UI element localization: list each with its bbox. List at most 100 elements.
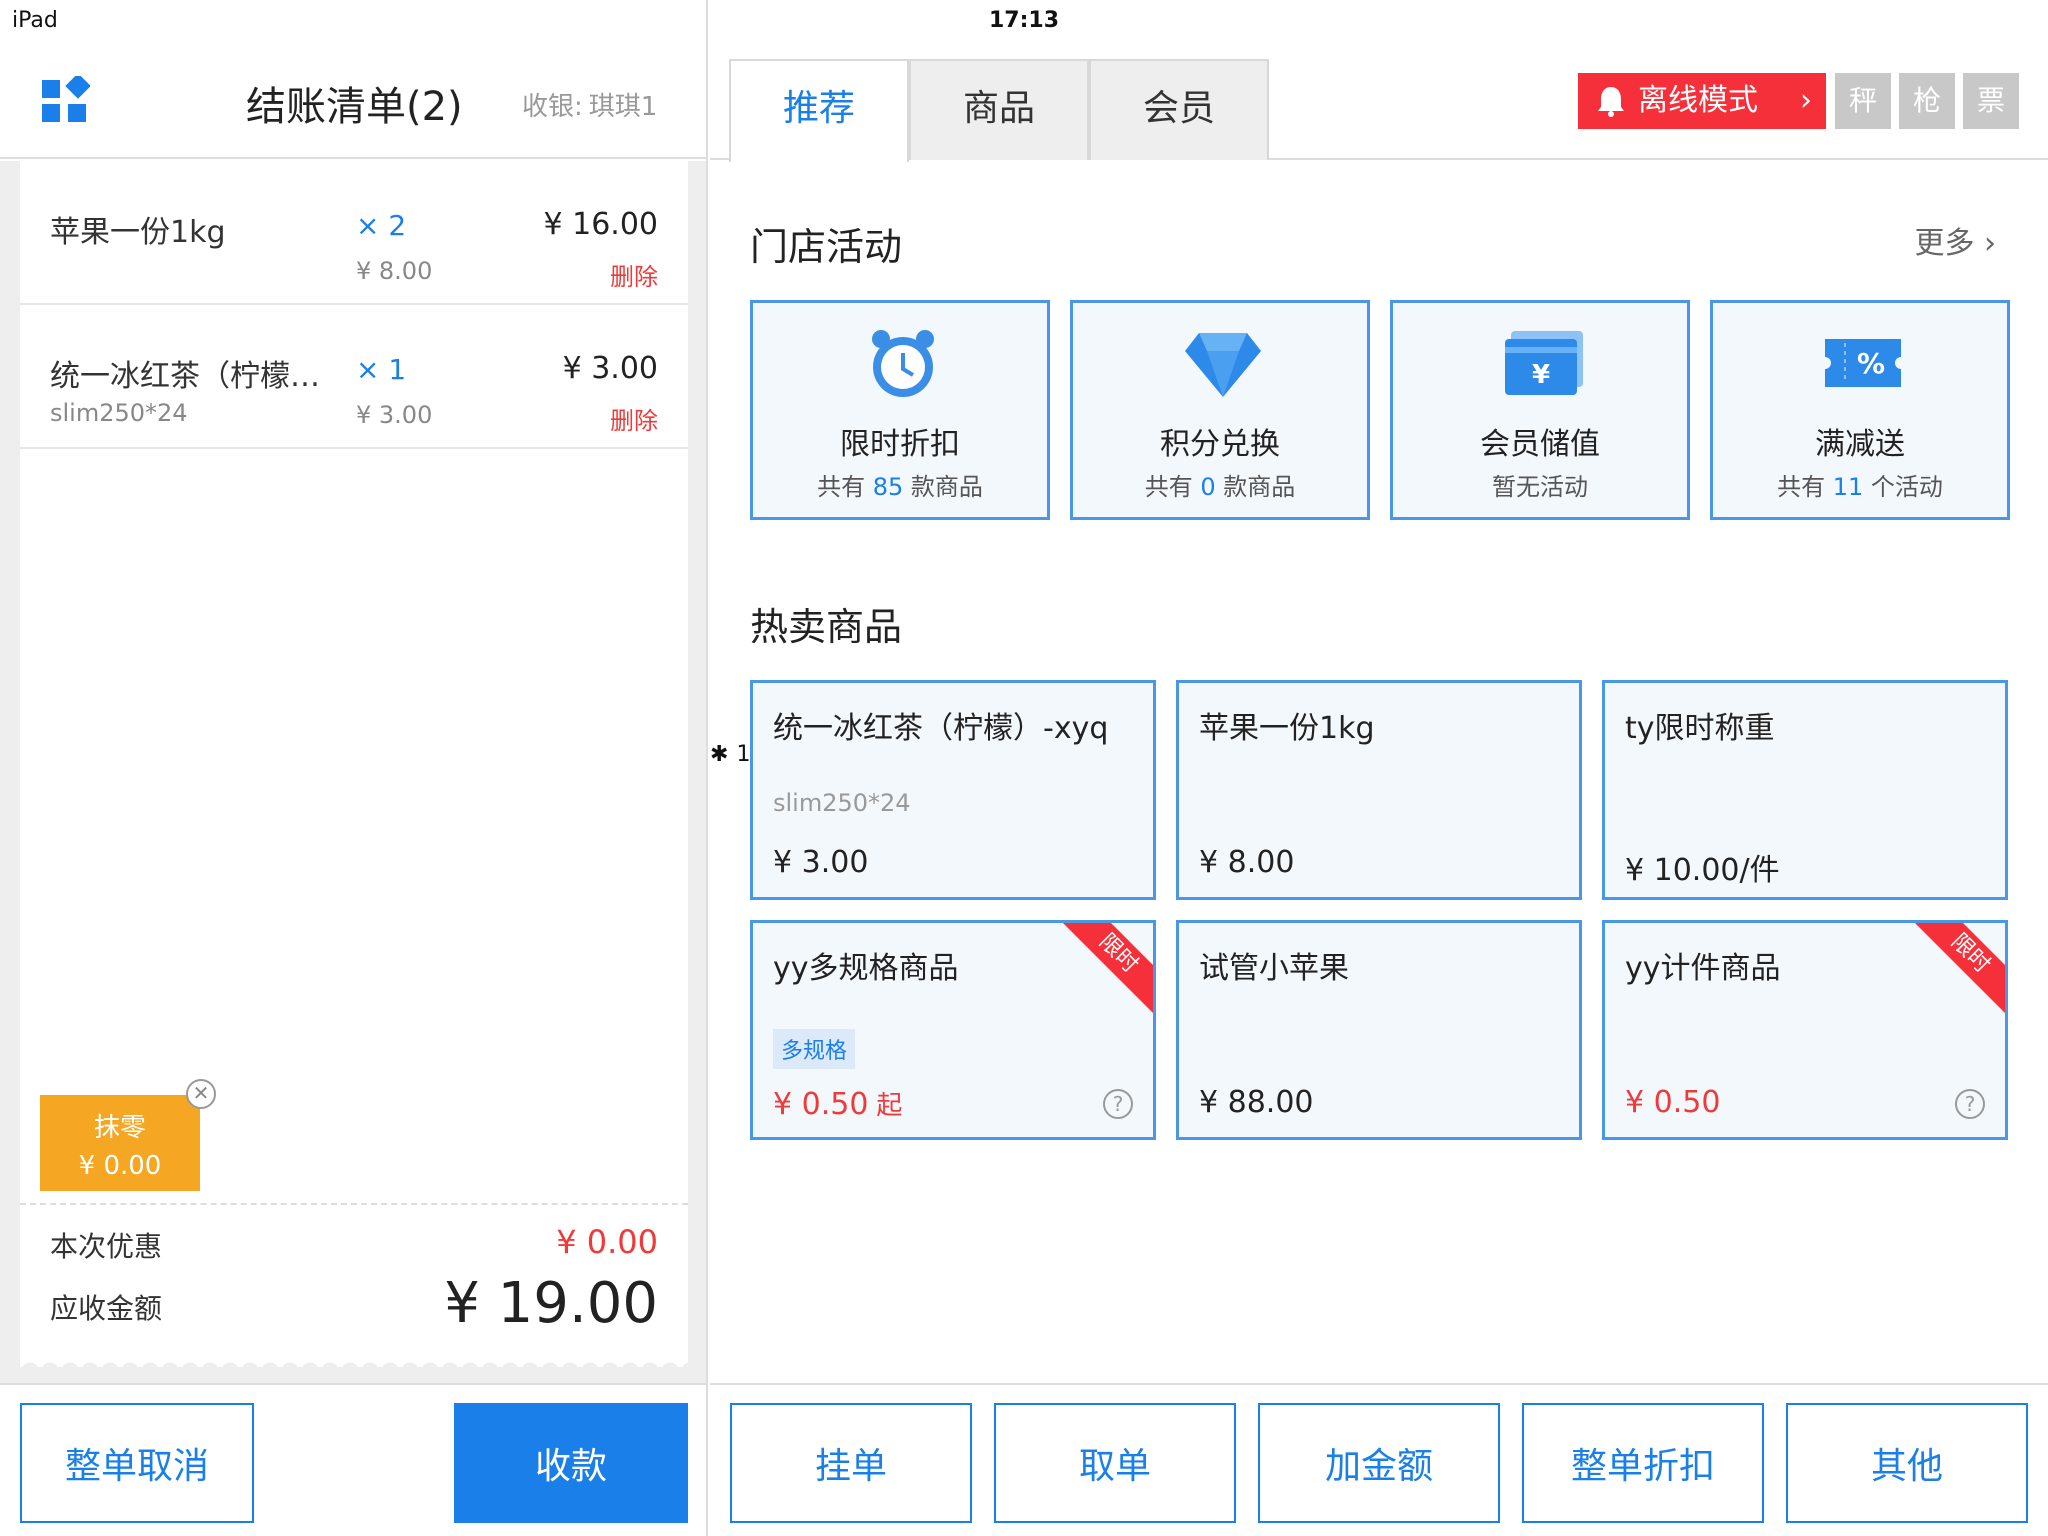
scanner-button[interactable]: 枪 (1899, 73, 1955, 129)
product-card[interactable]: ty限时称重 ¥ 10.00/件 (1602, 680, 2008, 900)
order-discount-button[interactable]: 整单折扣 (1522, 1403, 1764, 1523)
wipe-value: ¥ 0.00 (78, 1151, 162, 1181)
delete-button[interactable]: 删除 (610, 401, 658, 436)
wallet-card-icon: ¥ (1505, 331, 1583, 395)
tab-members[interactable]: 会员 (1089, 59, 1269, 160)
hold-order-button[interactable]: 挂单 (730, 1403, 972, 1523)
promo-name: 满减送 (1815, 427, 1905, 462)
promo-card-flash-discount[interactable]: 限时折扣 共有 85 款商品 (750, 300, 1050, 520)
catalog-panel: 推荐 商品 会员 离线模式 › 秤 枪 票 门店活动 更多 › 限时折扣 共有 … (710, 40, 2048, 1536)
product-price: ¥ 0.50 (773, 1087, 869, 1122)
receivable-row: 应收金额 ¥ 19.00 (50, 1271, 658, 1341)
promo-name: 限时折扣 (840, 427, 960, 462)
apps-grid-icon[interactable] (40, 76, 90, 124)
tab-products[interactable]: 商品 (909, 59, 1089, 160)
promo-card-member-topup[interactable]: ¥ 会员储值 暂无活动 (1390, 300, 1690, 520)
coupon-percent-icon: % (1825, 339, 1901, 387)
product-name: 统一冰红茶（柠檬）-xyq (773, 711, 1109, 746)
tab-recommend[interactable]: 推荐 (729, 59, 909, 162)
promo-desc: 暂无活动 (1393, 467, 1687, 502)
checkout-header: 结账清单(2) 收银: 琪琪1 (0, 40, 708, 159)
promo-count: 11 (1832, 473, 1864, 501)
promo-desc-prefix: 共有 (817, 473, 866, 501)
product-price: ¥ 88.00 (1199, 1085, 1314, 1120)
cashier-info: 收银: 琪琪1 (522, 86, 657, 123)
more-link[interactable]: 更多 › (1914, 218, 1996, 262)
promo-count: 0 (1200, 473, 1216, 501)
ticket-button[interactable]: 票 (1963, 73, 2019, 129)
checkout-footer: 整单取消 收款 (0, 1383, 706, 1536)
promo-desc-suffix: 个活动 (1870, 473, 1943, 501)
promo-name: 会员储值 (1480, 427, 1600, 462)
promo-card-full-reduction[interactable]: % 满减送 共有 11 个活动 (1710, 300, 2010, 520)
product-price-row: ¥ 0.50 起 (773, 1085, 902, 1122)
pay-button[interactable]: 收款 (454, 1403, 688, 1523)
product-price-row: ¥ 10.00/件 (1625, 845, 1780, 889)
limited-time-ribbon: 限时 (1052, 923, 1153, 1020)
divider (20, 1203, 688, 1205)
receivable-label: 应收金额 (50, 1292, 163, 1325)
cart-item-name: 苹果一份1kg (50, 215, 226, 250)
cashier-name: 琪琪1 (588, 92, 658, 122)
diamond-icon (1185, 333, 1261, 397)
help-icon[interactable]: ? (1103, 1089, 1133, 1119)
promo-count: 85 (872, 473, 904, 501)
checkout-title: 结账清单(2) (246, 84, 463, 130)
retrieve-order-button[interactable]: 取单 (994, 1403, 1236, 1523)
bell-icon (1598, 87, 1624, 117)
cart-area: 苹果一份1kg × 2 ¥ 8.00 ¥ 16.00 删除 统一冰红茶（柠檬… … (0, 161, 706, 1383)
promo-name: 积分兑换 (1160, 427, 1280, 462)
cart-item-total: ¥ 16.00 (543, 207, 658, 242)
multi-spec-tag: 多规格 (773, 1029, 856, 1069)
product-price: ¥ 8.00 (1199, 845, 1295, 880)
alarm-clock-icon (872, 330, 934, 397)
offline-mode-button[interactable]: 离线模式 › (1578, 73, 1826, 129)
product-name: ty限时称重 (1625, 711, 1775, 746)
product-card[interactable]: yy计件商品 ¥ 0.50? 限时 (1602, 920, 2008, 1140)
product-name: yy多规格商品 (773, 951, 959, 986)
product-card[interactable]: yy多规格商品多规格 ¥ 0.50 起? 限时 (750, 920, 1156, 1140)
scale-button[interactable]: 秤 (1835, 73, 1891, 129)
receipt-edge (20, 1357, 688, 1371)
product-card[interactable]: 苹果一份1kg ¥ 8.00 (1176, 680, 1582, 900)
cart-item-qty[interactable]: × 1 (356, 353, 406, 386)
cart-item[interactable]: 统一冰红茶（柠檬… slim250*24 × 1 ¥ 3.00 ¥ 3.00 删… (20, 305, 688, 449)
delete-button[interactable]: 删除 (610, 257, 658, 292)
promo-desc: 共有 11 个活动 (1713, 467, 2007, 502)
promo-desc-suffix: 款商品 (910, 473, 983, 501)
tab-bar: 推荐 商品 会员 离线模式 › 秤 枪 票 (710, 40, 2048, 162)
cart-item[interactable]: 苹果一份1kg × 2 ¥ 8.00 ¥ 16.00 删除 (20, 161, 688, 305)
checkout-panel: 结账清单(2) 收银: 琪琪1 苹果一份1kg × 2 ¥ 8.00 ¥ 16.0… (0, 0, 708, 1536)
product-price-row: ¥ 8.00 (1199, 845, 1294, 880)
chevron-right-icon: › (1984, 226, 1996, 261)
product-card[interactable]: 统一冰红茶（柠檬）-xyq slim250*24 ¥ 3.00 (750, 680, 1156, 900)
add-amount-button[interactable]: 加金额 (1258, 1403, 1500, 1523)
close-icon[interactable]: ✕ (186, 1079, 216, 1109)
price-suffix: 起 (876, 1091, 903, 1121)
discount-value: ¥ 0.00 (556, 1223, 658, 1261)
svg-text:%: % (1857, 347, 1885, 380)
offline-mode-label: 离线模式 (1638, 83, 1758, 118)
discount-label: 本次优惠 (50, 1230, 163, 1263)
cashier-label: 收银: (522, 92, 583, 122)
product-card[interactable]: 试管小苹果 ¥ 88.00 (1176, 920, 1582, 1140)
cart-item-unit-price: ¥ 3.00 (356, 401, 433, 429)
promo-desc-suffix: 款商品 (1223, 473, 1296, 501)
product-price-row: ¥ 0.50 (1625, 1085, 1720, 1120)
discount-row: 本次优惠 ¥ 0.00 (50, 1221, 658, 1265)
other-button[interactable]: 其他 (1786, 1403, 2028, 1523)
wipe-change-badge[interactable]: 抹零 ¥ 0.00 (40, 1095, 200, 1191)
product-price: ¥ 3.00 (773, 845, 869, 880)
help-icon[interactable]: ? (1955, 1089, 1985, 1119)
cart-item-name: 统一冰红茶（柠檬… (50, 359, 320, 394)
promo-desc: 共有 85 款商品 (753, 467, 1047, 502)
action-bar: 挂单 取单 加金额 整单折扣 其他 (710, 1383, 2048, 1536)
promo-desc: 共有 0 款商品 (1073, 467, 1367, 502)
cancel-order-button[interactable]: 整单取消 (20, 1403, 254, 1523)
product-spec: slim250*24 (773, 789, 911, 817)
promo-card-points-exchange[interactable]: 积分兑换 共有 0 款商品 (1070, 300, 1370, 520)
cart-item-unit-price: ¥ 8.00 (356, 257, 433, 285)
product-name: yy计件商品 (1625, 951, 1781, 986)
product-name: 苹果一份1kg (1199, 711, 1375, 746)
cart-item-qty[interactable]: × 2 (356, 209, 406, 242)
